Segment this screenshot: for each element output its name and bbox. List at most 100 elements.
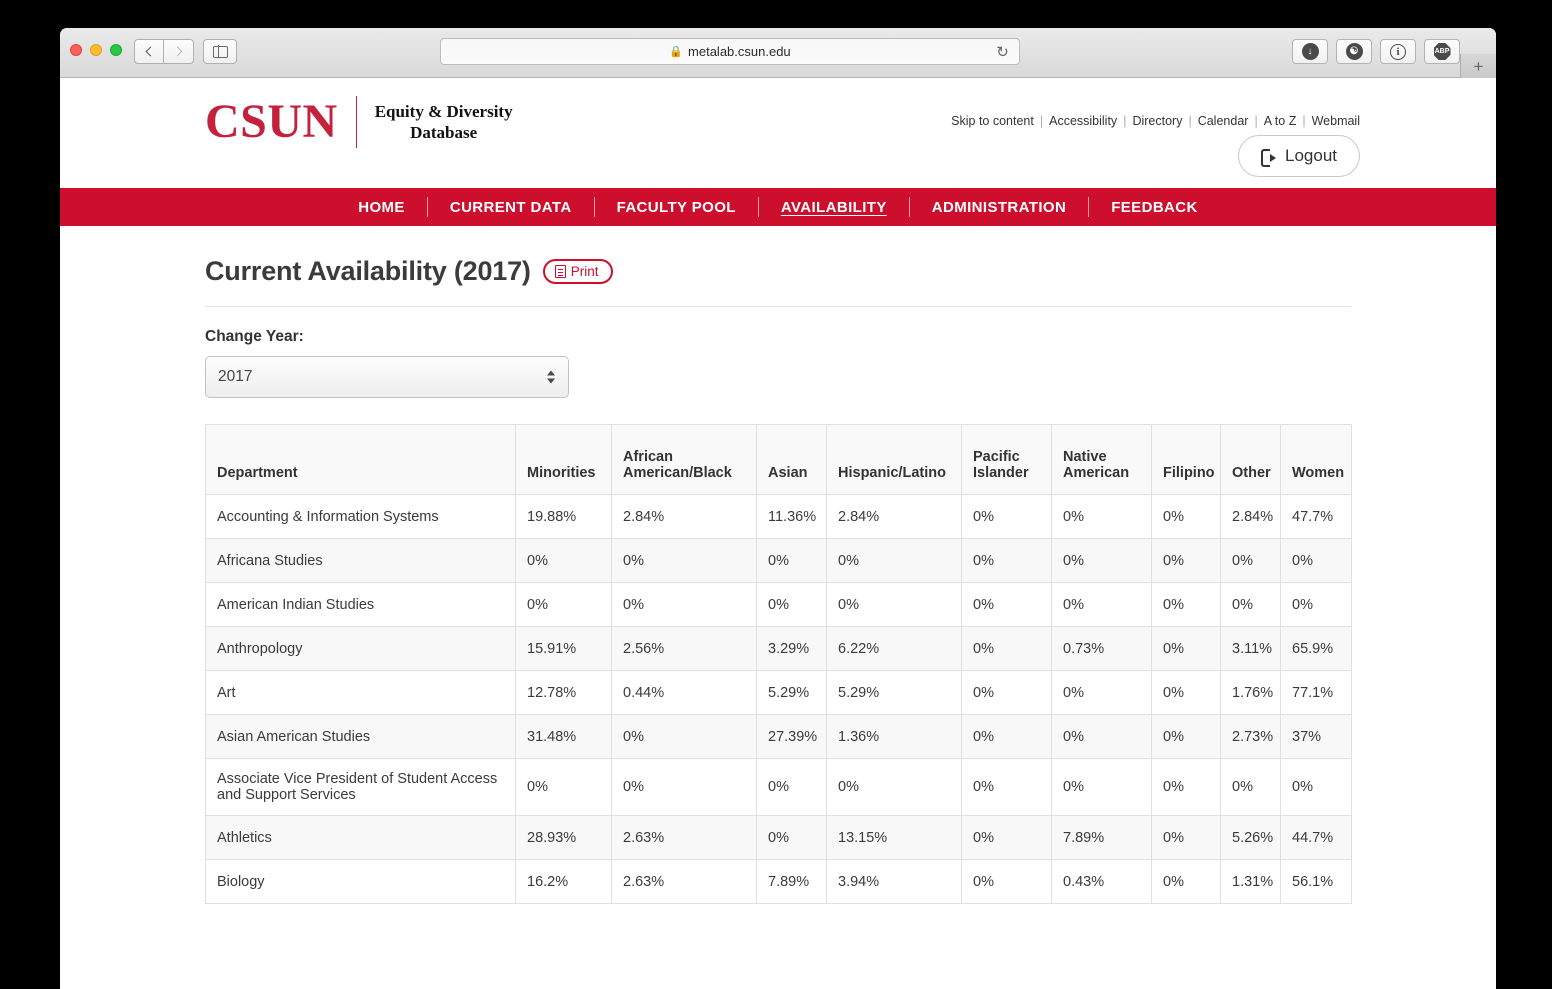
cell-value: 12.78%: [515, 670, 612, 715]
cell-value: 0%: [961, 670, 1052, 715]
cell-value: 0%: [961, 582, 1052, 627]
cell-value: 0%: [1151, 714, 1221, 759]
table-header: Department Minorities African American/B…: [205, 424, 1352, 495]
cell-value: 2.84%: [611, 494, 757, 539]
cell-value: 0%: [1280, 538, 1352, 583]
cell-value: 0%: [961, 815, 1052, 860]
title-row: Current Availability (2017) Print: [205, 256, 1351, 287]
reload-icon[interactable]: ↻: [994, 44, 1011, 61]
change-year-label: Change Year:: [205, 328, 304, 345]
utility-link-accessibility[interactable]: Accessibility: [1049, 114, 1117, 128]
cell-value: 27.39%: [756, 714, 827, 759]
cell-value: 47.7%: [1280, 494, 1352, 539]
column-header-native-american: Native American: [1051, 424, 1152, 495]
logo-subtitle-line1: Equity & Diversity: [374, 101, 513, 121]
utility-link-skip-to-content[interactable]: Skip to content: [951, 114, 1034, 128]
cell-value: 5.29%: [756, 670, 827, 715]
main-navigation: HOME CURRENT DATA FACULTY POOL AVAILABIL…: [60, 188, 1496, 226]
nav-item-home[interactable]: HOME: [336, 199, 427, 216]
adblock-button[interactable]: ABP: [1424, 39, 1460, 64]
site-logo[interactable]: CSUN Equity & Diversity Database: [205, 96, 513, 148]
nav-item-faculty-pool[interactable]: FACULTY POOL: [595, 199, 758, 216]
maximize-window-button[interactable]: [110, 44, 122, 56]
cell-value: 0%: [1051, 670, 1152, 715]
cell-value: 5.29%: [826, 670, 962, 715]
cell-value: 2.63%: [611, 815, 757, 860]
cell-value: 0%: [1151, 815, 1221, 860]
cell-value: 0%: [515, 538, 612, 583]
cell-value: 11.36%: [756, 494, 827, 539]
cell-value: 1.76%: [1220, 670, 1281, 715]
window-traffic-lights: [70, 44, 122, 56]
table-row: American Indian Studies 0% 0% 0% 0% 0% 0% 0% 0% 0…: [205, 582, 1352, 627]
cell-value: 0%: [1280, 582, 1352, 627]
cell-value: 0.43%: [1051, 859, 1152, 904]
utility-link-calendar[interactable]: Calendar: [1198, 114, 1249, 128]
print-button[interactable]: Print: [542, 259, 614, 284]
adblock-icon: ABP: [1433, 43, 1451, 60]
cell-value: 77.1%: [1280, 670, 1352, 715]
utility-separator: |: [1123, 114, 1127, 128]
cell-value: 0%: [961, 538, 1052, 583]
nav-item-availability[interactable]: AVAILABILITY: [759, 199, 909, 216]
utility-separator: |: [1039, 114, 1044, 128]
cell-value: 28.93%: [515, 815, 612, 860]
nav-item-current-data[interactable]: CURRENT DATA: [428, 199, 594, 216]
csun-wordmark: CSUN: [205, 95, 338, 148]
column-header-asian: Asian: [756, 424, 827, 495]
info-icon: i: [1390, 43, 1406, 60]
sidebar-toggle-button[interactable]: [203, 39, 237, 64]
cell-value: 0%: [1151, 670, 1221, 715]
utility-link-a-to-z[interactable]: A to Z: [1264, 114, 1297, 128]
column-header-department: Department: [205, 424, 516, 495]
info-button[interactable]: i: [1380, 39, 1416, 64]
nav-item-feedback[interactable]: FEEDBACK: [1089, 199, 1220, 216]
url-text: metalab.csun.edu: [688, 44, 791, 59]
cell-value: 13.15%: [826, 815, 962, 860]
nav-item-administration[interactable]: ADMINISTRATION: [910, 199, 1088, 216]
year-select-value: 2017: [218, 368, 253, 385]
github-icon: ☯: [1345, 43, 1363, 60]
cell-value: 0%: [961, 494, 1052, 539]
browser-toolbar: 🔒 metalab.csun.edu ↻ ↓ ☯ i ABP +: [60, 28, 1496, 78]
cell-value: 2.73%: [1220, 714, 1281, 759]
forward-chevron-icon: [172, 46, 182, 57]
logout-button[interactable]: Logout: [1238, 135, 1360, 177]
cell-value: 0%: [1151, 582, 1221, 627]
forward-button[interactable]: [164, 39, 194, 64]
cell-value: 3.29%: [756, 626, 827, 671]
title-divider: [205, 306, 1351, 307]
cell-value: 0%: [1280, 758, 1352, 816]
back-button[interactable]: [134, 39, 164, 64]
year-select[interactable]: 2017: [205, 356, 569, 398]
cell-value: 0%: [1151, 494, 1221, 539]
cell-value: 15.91%: [515, 626, 612, 671]
stepper-arrows-icon: [547, 370, 555, 384]
main-content: Current Availability (2017) Print Change…: [60, 226, 1496, 904]
logout-label: Logout: [1285, 146, 1337, 165]
table-row: Anthropology 15.91% 2.56% 3.29% 6.22% 0% 0.73%…: [205, 626, 1352, 671]
print-label: Print: [570, 264, 599, 279]
cell-department: Anthropology: [205, 626, 516, 671]
table-row: Art 12.78% 0.44% 5.29% 5.29% 0% 0% 0% 1.76% 77.1%: [205, 670, 1352, 715]
cell-value: 0%: [611, 758, 757, 816]
cell-value: 6.22%: [826, 626, 962, 671]
address-bar[interactable]: 🔒 metalab.csun.edu ↻: [440, 38, 1020, 65]
github-button[interactable]: ☯: [1336, 39, 1372, 64]
column-header-other: Other: [1220, 424, 1281, 495]
cell-value: 0%: [961, 626, 1052, 671]
new-tab-button[interactable]: +: [1460, 54, 1496, 78]
cell-value: 44.7%: [1280, 815, 1352, 860]
cell-value: 37%: [1280, 714, 1352, 759]
cell-value: 0%: [1220, 538, 1281, 583]
close-window-button[interactable]: [70, 44, 82, 56]
utility-link-webmail[interactable]: Webmail: [1312, 114, 1360, 128]
utility-separator: |: [1254, 114, 1258, 128]
cell-department: Associate Vice President of Student Acce…: [205, 758, 516, 816]
download-button[interactable]: ↓: [1292, 39, 1328, 64]
minimize-window-button[interactable]: [90, 44, 102, 56]
availability-table: Department Minorities African American/B…: [205, 424, 1352, 904]
column-header-pacific-islander: Pacific Islander: [961, 424, 1052, 495]
utility-link-directory[interactable]: Directory: [1132, 114, 1182, 128]
table-row: Associate Vice President of Student Acce…: [205, 758, 1352, 816]
